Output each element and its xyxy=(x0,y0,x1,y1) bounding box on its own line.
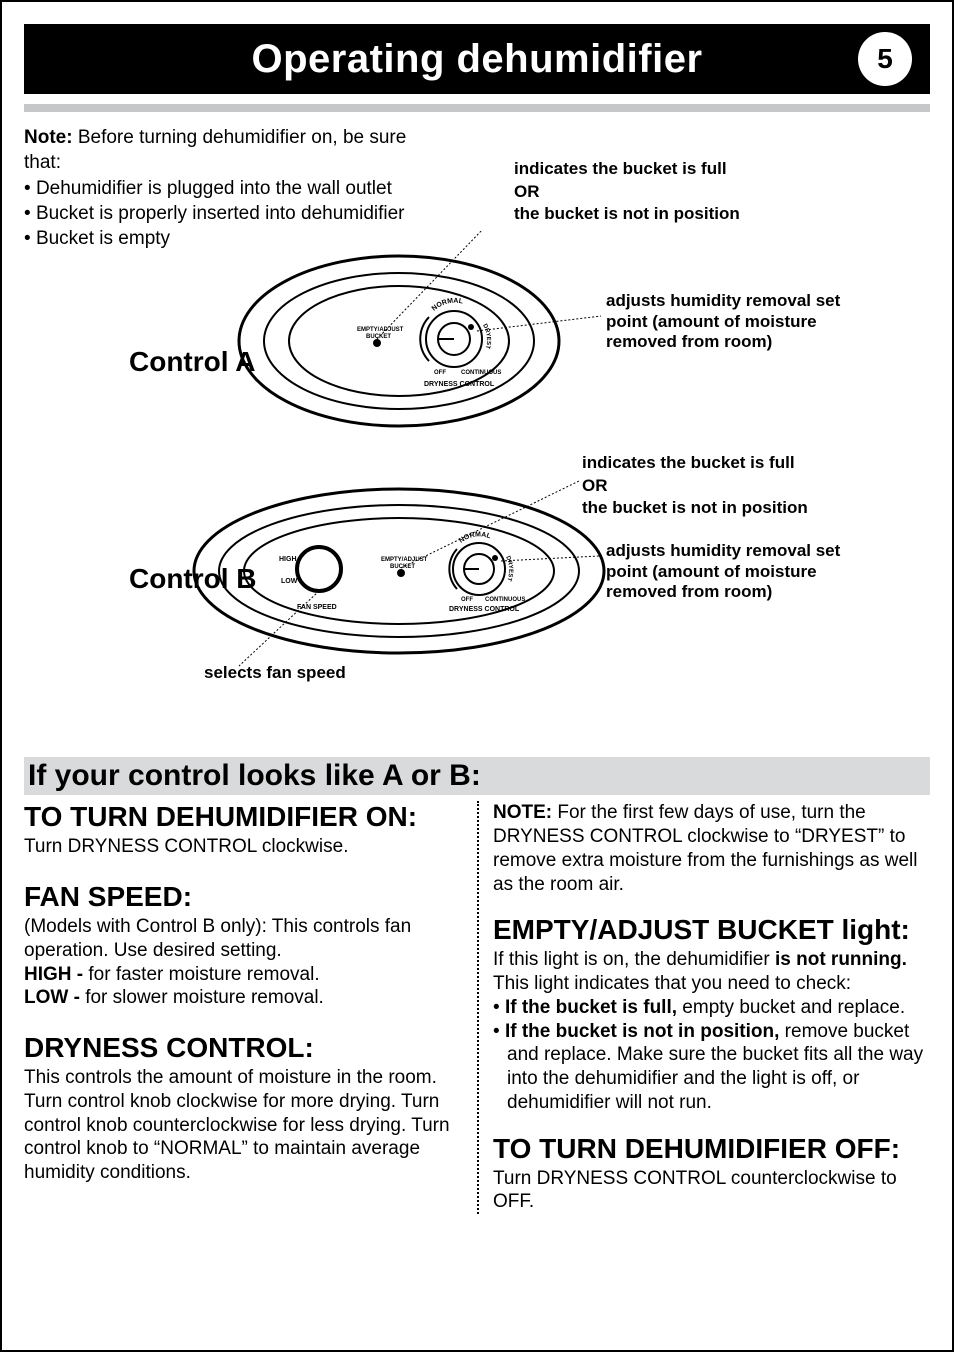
dryness-title: DRYNESS CONTROL: xyxy=(24,1032,463,1064)
control-b-diagram: HIGH LOW FAN SPEED NORMAL DRYEST OFF CON… xyxy=(179,461,619,681)
turn-off-title: TO TURN DEHUMIDIFIER OFF: xyxy=(493,1133,930,1165)
manual-page: Operating dehumidifier 5 Note: Before tu… xyxy=(0,0,954,1352)
svg-text:NORMAL: NORMAL xyxy=(431,298,465,313)
note-body: NOTE: For the first few days of use, tur… xyxy=(493,801,930,896)
callout-line: indicates the bucket is full xyxy=(582,453,842,473)
svg-text:LOW: LOW xyxy=(281,578,298,585)
header-band: Operating dehumidifier 5 xyxy=(24,24,930,94)
columns: TO TURN DEHUMIDIFIER ON: Turn DRYNESS CO… xyxy=(24,801,930,1214)
note-item: Bucket is properly inserted into dehumid… xyxy=(24,202,444,227)
note-label: Note: xyxy=(24,127,73,148)
callout-line: indicates the bucket is full xyxy=(514,159,774,179)
callout-adjust-a: adjusts humidity removal set point (amou… xyxy=(606,291,866,352)
turn-off-body: Turn DRYNESS CONTROL counterclockwise to… xyxy=(493,1167,930,1215)
note-item: Dehumidifier is plugged into the wall ou… xyxy=(24,177,444,202)
svg-text:OFF: OFF xyxy=(461,597,473,603)
turn-on-body: Turn DRYNESS CONTROL clockwise. xyxy=(24,835,463,859)
callout-adjust-b: adjusts humidity removal set point (amou… xyxy=(606,541,866,602)
empty-bullets: If the bucket is full, empty bucket and … xyxy=(493,996,930,1115)
left-column: TO TURN DEHUMIDIFIER ON: Turn DRYNESS CO… xyxy=(24,801,477,1214)
empty-title: EMPTY/ADJUST BUCKET light: xyxy=(493,914,930,946)
list-item: If the bucket is not in position, remove… xyxy=(493,1020,930,1115)
svg-text:OFF: OFF xyxy=(434,370,446,376)
fan-low: LOW - for slower moisture removal. xyxy=(24,986,463,1010)
svg-text:DRYNESS CONTROL: DRYNESS CONTROL xyxy=(424,381,495,388)
note-intro: Before turning dehumidifier on, be sure … xyxy=(24,127,406,173)
control-a-diagram: NORMAL DRYEST OFF CONTINUOUS DRYNESS CON… xyxy=(229,231,609,451)
callout-bucket-a: indicates the bucket is full OR the buck… xyxy=(514,159,774,224)
svg-text:EMPTY/ADJUST: EMPTY/ADJUST xyxy=(381,557,428,563)
svg-text:CONTINUOUS: CONTINUOUS xyxy=(461,370,501,376)
svg-text:DRYNESS CONTROL: DRYNESS CONTROL xyxy=(449,606,520,613)
svg-text:EMPTY/ADJUST: EMPTY/ADJUST xyxy=(357,327,404,333)
svg-text:BUCKET: BUCKET xyxy=(366,334,391,340)
fan-speed-title: FAN SPEED: xyxy=(24,881,463,913)
turn-on-title: TO TURN DEHUMIDIFIER ON: xyxy=(24,801,463,833)
right-column: NOTE: For the first few days of use, tur… xyxy=(477,801,930,1214)
divider-bar xyxy=(24,104,930,112)
band-heading: If your control looks like A or B: xyxy=(24,757,930,795)
fan-high: HIGH - for faster moisture removal. xyxy=(24,963,463,987)
diagram-area: Control A Control B indicates the bucket… xyxy=(24,251,930,751)
callout-line: the bucket is not in position xyxy=(582,498,842,518)
page-number-badge: 5 xyxy=(858,32,912,86)
callout-or: OR xyxy=(582,476,842,496)
fan-body: (Models with Control B only): This contr… xyxy=(24,915,463,963)
dryness-body: This controls the amount of moisture in … xyxy=(24,1066,463,1185)
svg-text:HIGH: HIGH xyxy=(279,556,297,563)
callout-or: OR xyxy=(514,182,774,202)
svg-text:CONTINUOUS: CONTINUOUS xyxy=(485,597,525,603)
empty-intro: If this light is on, the dehumidifier is… xyxy=(493,948,930,996)
page-title: Operating dehumidifier xyxy=(251,37,702,82)
svg-text:FAN SPEED: FAN SPEED xyxy=(297,604,337,611)
list-item: If the bucket is full, empty bucket and … xyxy=(493,996,930,1020)
callout-bucket-b: indicates the bucket is full OR the buck… xyxy=(582,453,842,518)
callout-line: the bucket is not in position xyxy=(514,204,774,224)
